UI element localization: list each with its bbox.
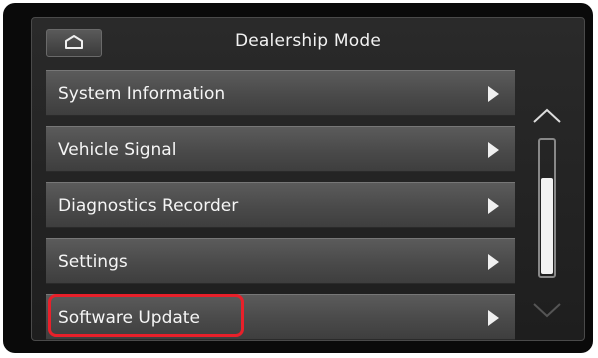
menu-item-system-information[interactable]: System Information bbox=[46, 70, 515, 116]
scroll-down-button[interactable] bbox=[522, 294, 572, 324]
head-unit-screen: Dealership Mode System Information Vehic… bbox=[3, 3, 593, 353]
chevron-right-icon bbox=[488, 142, 499, 158]
menu-item-label: Vehicle Signal bbox=[58, 140, 177, 160]
chevron-right-icon bbox=[488, 198, 499, 214]
menu-item-label: Diagnostics Recorder bbox=[58, 196, 239, 216]
menu-item-label: Settings bbox=[58, 252, 128, 272]
menu-item-diagnostics-recorder[interactable]: Diagnostics Recorder bbox=[46, 182, 515, 228]
dealership-mode-panel: Dealership Mode System Information Vehic… bbox=[31, 17, 585, 341]
menu-item-vehicle-signal[interactable]: Vehicle Signal bbox=[46, 126, 515, 172]
chevron-right-icon bbox=[488, 254, 499, 270]
header-bar: Dealership Mode bbox=[32, 18, 584, 64]
scroll-up-button[interactable] bbox=[522, 100, 572, 130]
chevron-right-icon bbox=[488, 86, 499, 102]
chevron-up-icon bbox=[533, 108, 561, 123]
scrollbar-thumb[interactable] bbox=[541, 178, 553, 274]
menu-item-label: System Information bbox=[58, 84, 226, 104]
page-title: Dealership Mode bbox=[234, 31, 381, 51]
menu-item-software-update[interactable]: Software Update bbox=[46, 294, 515, 340]
chevron-right-icon bbox=[488, 310, 499, 326]
scrollbar-track[interactable] bbox=[538, 138, 556, 278]
menu-item-label: Software Update bbox=[58, 308, 200, 328]
menu-item-settings[interactable]: Settings bbox=[46, 238, 515, 284]
chevron-down-icon bbox=[533, 303, 561, 318]
